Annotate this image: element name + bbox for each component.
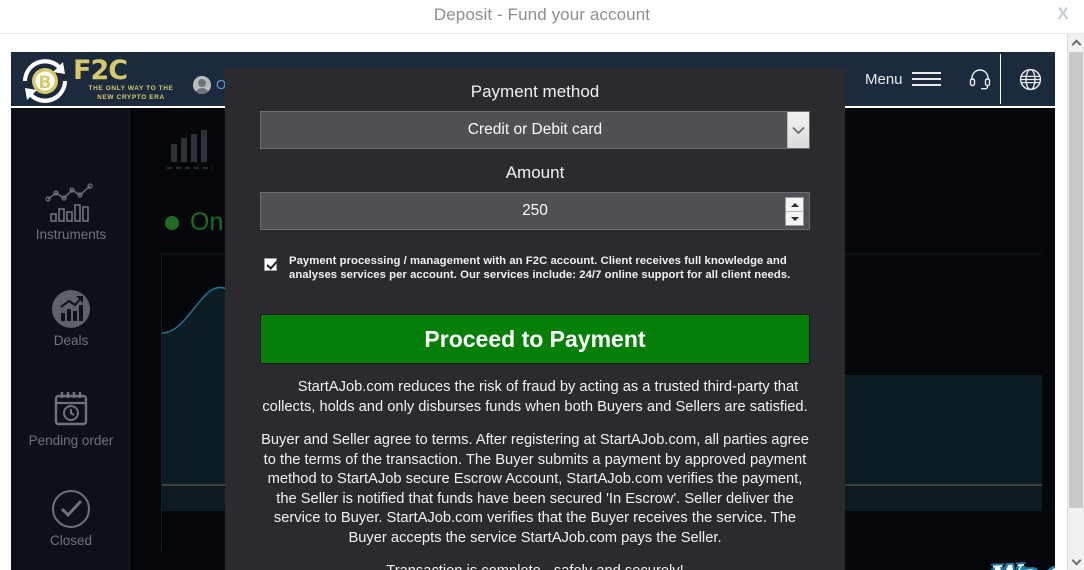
- svg-text:B: B: [39, 73, 52, 93]
- triangle-up-icon: [790, 202, 799, 207]
- vertical-scrollbar[interactable]: [1067, 34, 1084, 570]
- avatar[interactable]: [193, 76, 211, 94]
- triangle-down-icon: [790, 216, 799, 221]
- sidebar-item-label: Closed: [49, 533, 93, 548]
- close-icon[interactable]: X: [1052, 0, 1074, 28]
- amount-input[interactable]: [261, 202, 809, 220]
- sidebar-item-closed[interactable]: Closed: [11, 472, 131, 550]
- language-globe-button[interactable]: [1013, 64, 1047, 94]
- page-body: B F2C THE ONLY WAY TO THE NEW CRYPTO ERA…: [0, 34, 1084, 570]
- scroll-down-button[interactable]: [1068, 553, 1084, 570]
- sidebar-nav: Instruments Deals Pending order Closed: [11, 108, 131, 570]
- scroll-up-button[interactable]: [1068, 34, 1084, 51]
- instruments-chart-icon: [11, 180, 131, 226]
- online-dot-icon: [165, 215, 179, 230]
- payment-method-label: Payment method: [470, 82, 600, 101]
- window-title-bar: Deposit - Fund your account X: [0, 0, 1084, 34]
- amount-label: Amount: [505, 163, 565, 182]
- headset-icon: [969, 69, 991, 90]
- stepper-up-button[interactable]: [786, 198, 803, 212]
- chevron-up-icon: [1071, 39, 1081, 49]
- deals-growth-icon: [11, 286, 131, 332]
- header-divider: [1000, 54, 1001, 104]
- page-title: Deposit - Fund your account: [433, 5, 651, 24]
- stepper-down-button[interactable]: [786, 212, 803, 225]
- we-are-here-promo: We are here!: [978, 556, 1055, 570]
- menu-label: Menu: [865, 70, 903, 88]
- menu-button[interactable]: Menu: [865, 68, 941, 90]
- logo-tagline-2: NEW CRYPTO ERA: [97, 94, 165, 101]
- globe-icon: [1019, 68, 1041, 90]
- legal-text-block: StartAJob.com reduces the risk of fraud …: [260, 378, 810, 570]
- promo-line-1: We are: [991, 556, 1055, 570]
- closed-check-icon: [11, 486, 131, 532]
- sidebar-item-label: Deals: [53, 333, 89, 348]
- quantity-stepper[interactable]: [785, 197, 804, 226]
- support-headset-button[interactable]: [963, 64, 997, 94]
- legal-paragraph: Buyer and Seller agree to terms. After r…: [261, 432, 809, 546]
- bitcoin-recycle-icon: B: [23, 59, 67, 103]
- payment-method-value: Credit or Debit card: [467, 121, 603, 138]
- sidebar-item-label: Instruments: [35, 227, 107, 242]
- legal-paragraph: Transaction is complete - safely and sec…: [260, 562, 810, 570]
- legal-paragraph: StartAJob.com reduces the risk of fraud …: [262, 379, 808, 415]
- screenshot-root: Deposit - Fund your account X B F2C THE …: [0, 0, 1084, 570]
- chevron-down-icon: [1071, 555, 1081, 565]
- scrollbar-thumb[interactable]: [1069, 52, 1083, 508]
- consent-row: Payment processing / management with an …: [260, 254, 810, 282]
- deposit-modal: Payment method Credit or Debit card Amou…: [225, 68, 845, 570]
- logo-tagline-1: THE ONLY WAY TO THE: [88, 85, 174, 92]
- amount-field[interactable]: [260, 192, 810, 230]
- sidebar-item-deals[interactable]: Deals: [11, 272, 131, 350]
- pending-order-clock-icon: [11, 386, 131, 432]
- sidebar-item-label: Pending order: [28, 433, 114, 448]
- sidebar-item-instruments[interactable]: Instruments: [11, 166, 131, 244]
- app-header-right: Menu: [845, 52, 1055, 106]
- consent-text: Payment processing / management with an …: [289, 255, 791, 281]
- chevron-down-icon[interactable]: [787, 112, 809, 148]
- hamburger-icon: [911, 71, 941, 87]
- sidebar-item-pending-order[interactable]: Pending order: [11, 372, 131, 450]
- payment-method-select[interactable]: Credit or Debit card: [260, 111, 810, 149]
- consent-checkbox[interactable]: [264, 258, 277, 271]
- proceed-to-payment-button[interactable]: Proceed to Payment: [260, 314, 810, 364]
